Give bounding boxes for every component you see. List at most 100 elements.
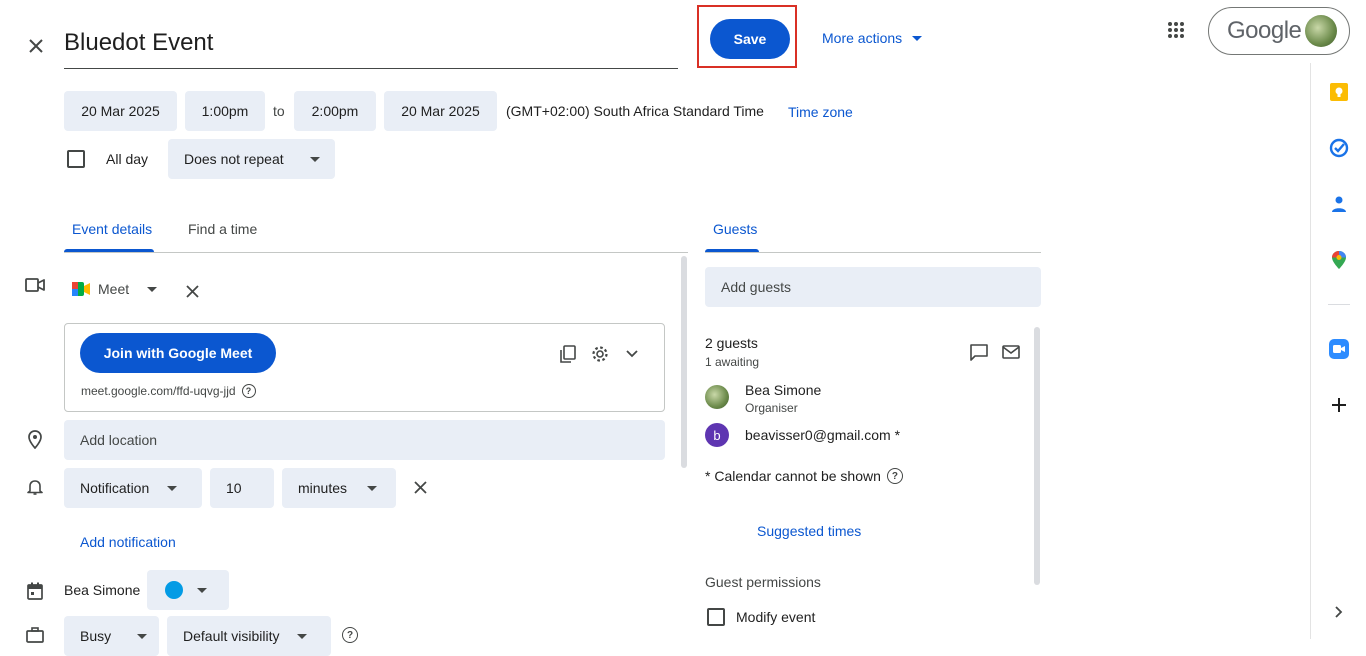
add-guests-placeholder: Add guests [721, 279, 792, 295]
chevron-down-icon[interactable] [621, 343, 643, 365]
google-logo-text: Google [1227, 17, 1302, 44]
meet-link-text: meet.google.com/ffd-uqvg-jjd [81, 384, 236, 398]
event-title-text: Bluedot Event [64, 29, 214, 56]
guest-role: Organiser [745, 401, 798, 415]
save-button[interactable]: Save [710, 19, 790, 59]
visibility-dropdown[interactable]: Default visibility [167, 616, 331, 656]
avatar [705, 385, 729, 409]
tab-guests[interactable]: Guests [713, 221, 757, 237]
google-meet-icon [72, 282, 90, 296]
timezone-text: (GMT+02:00) South Africa Standard Time [506, 103, 764, 119]
more-actions-label: More actions [822, 30, 903, 46]
briefcase-icon [24, 624, 46, 646]
add-guests-input[interactable]: Add guests [705, 267, 1041, 307]
help-icon[interactable]: ? [241, 384, 256, 398]
message-icon[interactable] [968, 341, 990, 363]
notification-unit-dropdown[interactable]: minutes [282, 468, 396, 508]
start-date-chip[interactable]: 20 Mar 2025 [64, 91, 177, 131]
event-title-input[interactable]: Bluedot Event [64, 26, 678, 69]
chevron-down-icon [309, 156, 320, 162]
apps-grid-icon[interactable] [1164, 18, 1188, 42]
chevron-down-icon [367, 485, 378, 491]
notification-value: 10 [226, 480, 242, 496]
chevron-down-icon [912, 35, 923, 41]
location-placeholder: Add location [80, 432, 158, 448]
notification-value-input[interactable]: 10 [210, 468, 274, 508]
side-panel-divider [1310, 63, 1311, 639]
guest-awaiting: 1 awaiting [705, 355, 760, 369]
notification-unit-value: minutes [298, 480, 348, 496]
guests-scrollbar[interactable] [1034, 327, 1040, 585]
avatar: b [705, 423, 729, 447]
chevron-down-icon [197, 587, 207, 593]
event-color-dropdown[interactable] [147, 570, 229, 610]
remove-meet-icon[interactable] [182, 281, 202, 301]
copy-icon[interactable] [557, 343, 579, 365]
remove-notification-icon[interactable] [410, 477, 430, 497]
guest-name: beavisser0@gmail.com * [745, 427, 901, 443]
end-time-chip[interactable]: 2:00pm [294, 91, 376, 131]
chevron-down-icon [137, 633, 148, 639]
location-pin-icon [24, 428, 46, 450]
chevron-down-icon [147, 286, 158, 292]
to-label: to [273, 103, 285, 119]
meet-link[interactable]: meet.google.com/ffd-uqvg-jjd ? [81, 384, 256, 398]
chevron-down-icon [167, 485, 178, 491]
end-date-label: 20 Mar 2025 [401, 103, 480, 119]
tab-event-details[interactable]: Event details [72, 221, 152, 237]
meet-selector[interactable]: Meet [72, 281, 158, 297]
add-notification-link[interactable]: Add notification [80, 534, 176, 550]
color-swatch [165, 581, 183, 599]
keep-icon[interactable] [1328, 81, 1350, 103]
notification-type-value: Notification [80, 480, 150, 496]
timezone-link[interactable]: Time zone [788, 104, 853, 120]
all-day-checkbox[interactable] [67, 150, 85, 168]
calendar-note-text: * Calendar cannot be shown [705, 468, 881, 484]
contacts-icon[interactable] [1328, 193, 1350, 215]
help-icon[interactable]: ? [342, 627, 358, 643]
guest-permissions-label: Guest permissions [705, 574, 821, 590]
end-time-label: 2:00pm [311, 103, 359, 119]
end-date-chip[interactable]: 20 Mar 2025 [384, 91, 497, 131]
repeat-value: Does not repeat [184, 151, 284, 167]
zoom-icon[interactable] [1328, 338, 1350, 360]
email-icon[interactable] [1000, 341, 1022, 363]
video-camera-icon [24, 274, 46, 296]
chevron-right-icon[interactable] [1328, 601, 1350, 623]
more-actions-button[interactable]: More actions [822, 28, 923, 48]
chevron-down-icon [297, 633, 308, 639]
tab-find-a-time[interactable]: Find a time [188, 221, 257, 237]
modify-event-checkbox[interactable] [707, 608, 725, 626]
close-icon[interactable] [24, 34, 48, 58]
busy-dropdown[interactable]: Busy [64, 616, 159, 656]
guests-divider [705, 252, 1041, 253]
details-scrollbar[interactable] [681, 256, 687, 468]
save-button-label: Save [733, 31, 767, 47]
modify-event-label: Modify event [736, 609, 816, 625]
avatar [1305, 15, 1337, 47]
owner-name: Bea Simone [64, 582, 141, 598]
tabs-divider [64, 252, 688, 253]
maps-icon[interactable] [1328, 249, 1350, 271]
notification-type-dropdown[interactable]: Notification [64, 468, 202, 508]
location-input[interactable]: Add location [64, 420, 665, 460]
side-panel-separator [1328, 304, 1350, 305]
calendar-icon [24, 580, 46, 602]
add-icon[interactable] [1328, 394, 1350, 416]
tasks-icon[interactable] [1328, 137, 1350, 159]
busy-value: Busy [80, 628, 112, 644]
guest-name: Bea Simone [745, 382, 822, 398]
meet-label: Meet [98, 281, 130, 297]
start-date-label: 20 Mar 2025 [81, 103, 160, 119]
account-switcher[interactable]: Google [1208, 7, 1350, 55]
start-time-chip[interactable]: 1:00pm [185, 91, 265, 131]
bell-icon [24, 476, 46, 498]
suggested-times-link[interactable]: Suggested times [757, 523, 861, 539]
join-meet-button[interactable]: Join with Google Meet [80, 333, 276, 373]
gear-icon[interactable] [589, 343, 611, 365]
calendar-note: * Calendar cannot be shown ? [705, 468, 903, 484]
repeat-dropdown[interactable]: Does not repeat [168, 139, 335, 179]
avatar-letter: b [713, 427, 721, 443]
help-icon[interactable]: ? [886, 468, 903, 484]
guest-count: 2 guests [705, 335, 758, 351]
